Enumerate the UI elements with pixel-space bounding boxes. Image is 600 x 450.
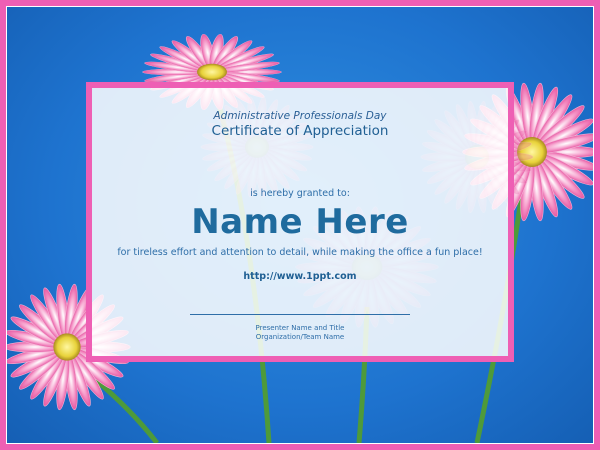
signature-line bbox=[190, 314, 410, 315]
certificate-card: Administrative Professionals Day Certifi… bbox=[86, 82, 514, 362]
certificate-frame: Administrative Professionals Day Certifi… bbox=[0, 0, 600, 450]
organization-label: Organization/Team Name bbox=[255, 333, 345, 341]
flower-center bbox=[517, 137, 547, 167]
granted-text: is hereby granted to: bbox=[250, 188, 350, 199]
presenter-label: Presenter Name and Title bbox=[255, 324, 345, 332]
flower-center bbox=[53, 333, 81, 361]
flower-center bbox=[197, 63, 227, 81]
reason-text: for tireless effort and attention to det… bbox=[117, 247, 483, 258]
certificate-title: Certificate of Appreciation bbox=[211, 123, 389, 139]
recipient-name: Name Here bbox=[191, 202, 409, 242]
website-url: http://www.1ppt.com bbox=[243, 271, 357, 282]
event-kicker: Administrative Professionals Day bbox=[213, 110, 387, 122]
